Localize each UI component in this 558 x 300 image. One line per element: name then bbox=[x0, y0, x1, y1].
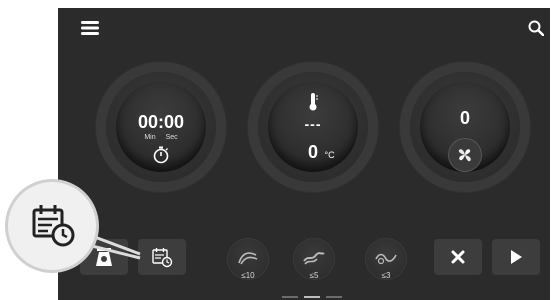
calendar-clock-icon bbox=[32, 205, 75, 247]
schedule-callout bbox=[8, 182, 96, 270]
